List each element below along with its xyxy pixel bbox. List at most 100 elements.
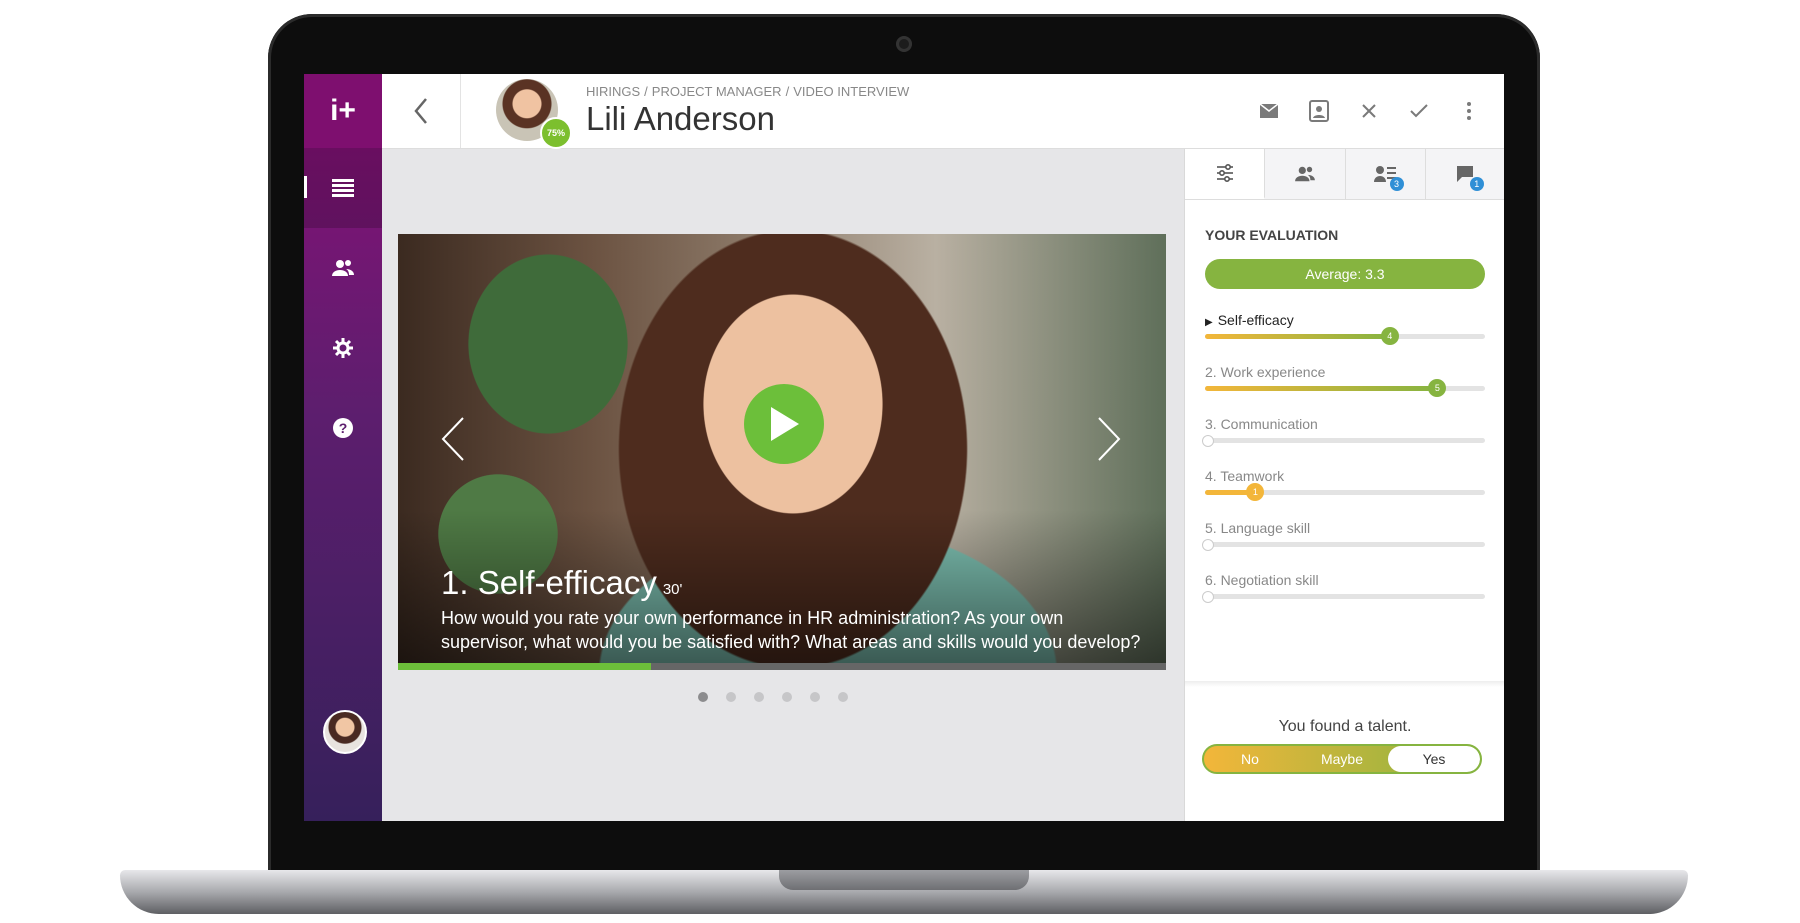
laptop-notch [779, 870, 1029, 890]
candidate-name: Lili Anderson [586, 100, 775, 137]
breadcrumb-item[interactable]: PROJECT MANAGER [652, 84, 782, 99]
tab-team[interactable] [1265, 149, 1346, 199]
reject-button[interactable] [1344, 86, 1394, 136]
talent-prompt: You found a talent. [1278, 718, 1412, 735]
video-player[interactable]: 1. Self-efficacy 30' How would you rate y… [398, 234, 1166, 670]
video-progress-track[interactable] [398, 663, 1166, 670]
question-title-text: 1. Self-efficacy [441, 564, 657, 601]
breadcrumb-item: VIDEO INTERVIEW [793, 84, 910, 99]
criterion-row: 3. Communication [1202, 416, 1487, 456]
user-avatar[interactable] [323, 710, 367, 754]
panel-tabs: 3 1 [1185, 149, 1504, 200]
sidebar: i+ ? [304, 74, 382, 821]
criterion-row: 2. Work experience 5 [1205, 364, 1487, 404]
header-actions [1244, 74, 1494, 148]
app-logo[interactable]: i+ [304, 74, 382, 148]
settings-icon [333, 338, 353, 358]
talent-option-no[interactable]: No [1204, 746, 1296, 772]
people-icon [332, 260, 354, 276]
candidate-score-badge: 75% [540, 117, 572, 149]
nav-people[interactable] [304, 228, 382, 308]
expand-arrow-icon: ▶ [1205, 317, 1213, 328]
slide-dot[interactable] [698, 692, 708, 702]
criterion-name: 3. Communication [1205, 416, 1318, 432]
slide-dots [698, 692, 848, 702]
close-icon [1362, 104, 1376, 118]
criterion-name: 5. Language skill [1205, 520, 1311, 536]
average-score: Average: 3.3 [1205, 259, 1485, 289]
criterion-slider[interactable]: 5 [1205, 379, 1485, 397]
tab-evaluation[interactable] [1185, 149, 1266, 199]
next-question-button[interactable] [1094, 414, 1124, 464]
criterion-label[interactable]: ▶ Self-efficacy [1205, 312, 1487, 328]
criterion-name: 6. Negotiation skill [1205, 572, 1319, 588]
criterion-label[interactable]: 2. Work experience [1205, 364, 1487, 380]
criterion-name: 2. Work experience [1205, 364, 1326, 380]
laptop-base [120, 870, 1688, 914]
criterion-slider[interactable] [1202, 591, 1485, 603]
criterion-label[interactable]: 3. Communication [1205, 416, 1487, 432]
chevron-left-icon [414, 98, 427, 124]
criterion-slider-knob[interactable] [1202, 591, 1214, 603]
list-icon [332, 179, 354, 197]
criterion-slider-knob[interactable] [1202, 435, 1214, 447]
help-icon: ? [333, 418, 353, 438]
tab-badge: 3 [1389, 177, 1404, 191]
svg-text:?: ? [339, 420, 348, 436]
evaluation-title: YOUR EVALUATION [1205, 227, 1339, 243]
team-icon [1294, 166, 1315, 182]
email-button[interactable] [1244, 86, 1294, 136]
breadcrumb-separator: / [644, 84, 648, 99]
criterion-label[interactable]: 6. Negotiation skill [1205, 572, 1487, 588]
slide-dot[interactable] [726, 692, 736, 702]
play-button[interactable] [744, 384, 824, 464]
question-title: 1. Self-efficacy 30' [441, 564, 682, 602]
webcam [896, 36, 912, 52]
criterion-slider-knob[interactable]: 4 [1380, 327, 1399, 345]
app-screen: i+ ? 75% HIRINGS / PROJECT MANAGER / VIDEO I… [304, 74, 1504, 821]
back-button[interactable] [382, 74, 461, 148]
criterion-label[interactable]: 4. Teamwork [1205, 468, 1487, 484]
question-duration: 30' [662, 581, 683, 598]
accept-button[interactable] [1394, 86, 1444, 136]
slide-dot[interactable] [838, 692, 848, 702]
breadcrumb: HIRINGS / PROJECT MANAGER / VIDEO INTERVIEW [586, 84, 909, 99]
criterion-row: 6. Negotiation skill [1202, 572, 1487, 612]
criterion-slider[interactable] [1202, 539, 1485, 551]
tab-candidates[interactable]: 3 [1345, 149, 1426, 199]
criterion-row: ▶ Self-efficacy 4 [1205, 312, 1487, 352]
document-icon [1309, 100, 1329, 122]
criterion-slider-knob[interactable] [1202, 539, 1214, 551]
criterion-name: 4. Teamwork [1205, 468, 1285, 484]
video-progress-fill [398, 663, 652, 670]
slide-dot[interactable] [782, 692, 792, 702]
criterion-label[interactable]: 5. Language skill [1205, 520, 1487, 536]
nav-settings[interactable] [304, 308, 382, 388]
criterion-row: 4. Teamwork 1 [1205, 468, 1487, 508]
slide-dot[interactable] [810, 692, 820, 702]
nav-help[interactable]: ? [304, 388, 382, 468]
breadcrumb-separator: / [785, 84, 790, 99]
criterion-row: 5. Language skill [1202, 520, 1487, 560]
slide-dot[interactable] [754, 692, 764, 702]
prev-question-button[interactable] [438, 414, 468, 464]
evaluation-panel: 3 1 YOUR EVALUATION Average: 3.3 ▶ Self-e… [1184, 149, 1504, 821]
nav-list[interactable] [304, 148, 382, 228]
sliders-icon [1216, 164, 1233, 182]
question-text: How would you rate your own performance … [441, 608, 1141, 652]
tab-comments[interactable]: 1 [1425, 149, 1504, 199]
talent-option-yes[interactable]: Yes [1388, 746, 1480, 772]
criterion-slider-knob[interactable]: 5 [1428, 379, 1447, 397]
chevron-left-icon [441, 417, 464, 461]
panel-divider [1185, 681, 1504, 687]
criterion-slider[interactable]: 1 [1205, 483, 1485, 501]
more-button[interactable] [1444, 86, 1494, 136]
document-button[interactable] [1294, 86, 1344, 136]
talent-option-maybe[interactable]: Maybe [1296, 746, 1388, 772]
criterion-slider-knob[interactable]: 1 [1246, 483, 1265, 501]
talent-toggle: No Maybe Yes [1202, 744, 1482, 774]
criterion-slider[interactable]: 4 [1205, 327, 1485, 345]
header: 75% HIRINGS / PROJECT MANAGER / VIDEO INTERV… [382, 74, 1504, 149]
breadcrumb-item[interactable]: HIRINGS [586, 84, 640, 99]
criterion-slider[interactable] [1202, 435, 1485, 447]
